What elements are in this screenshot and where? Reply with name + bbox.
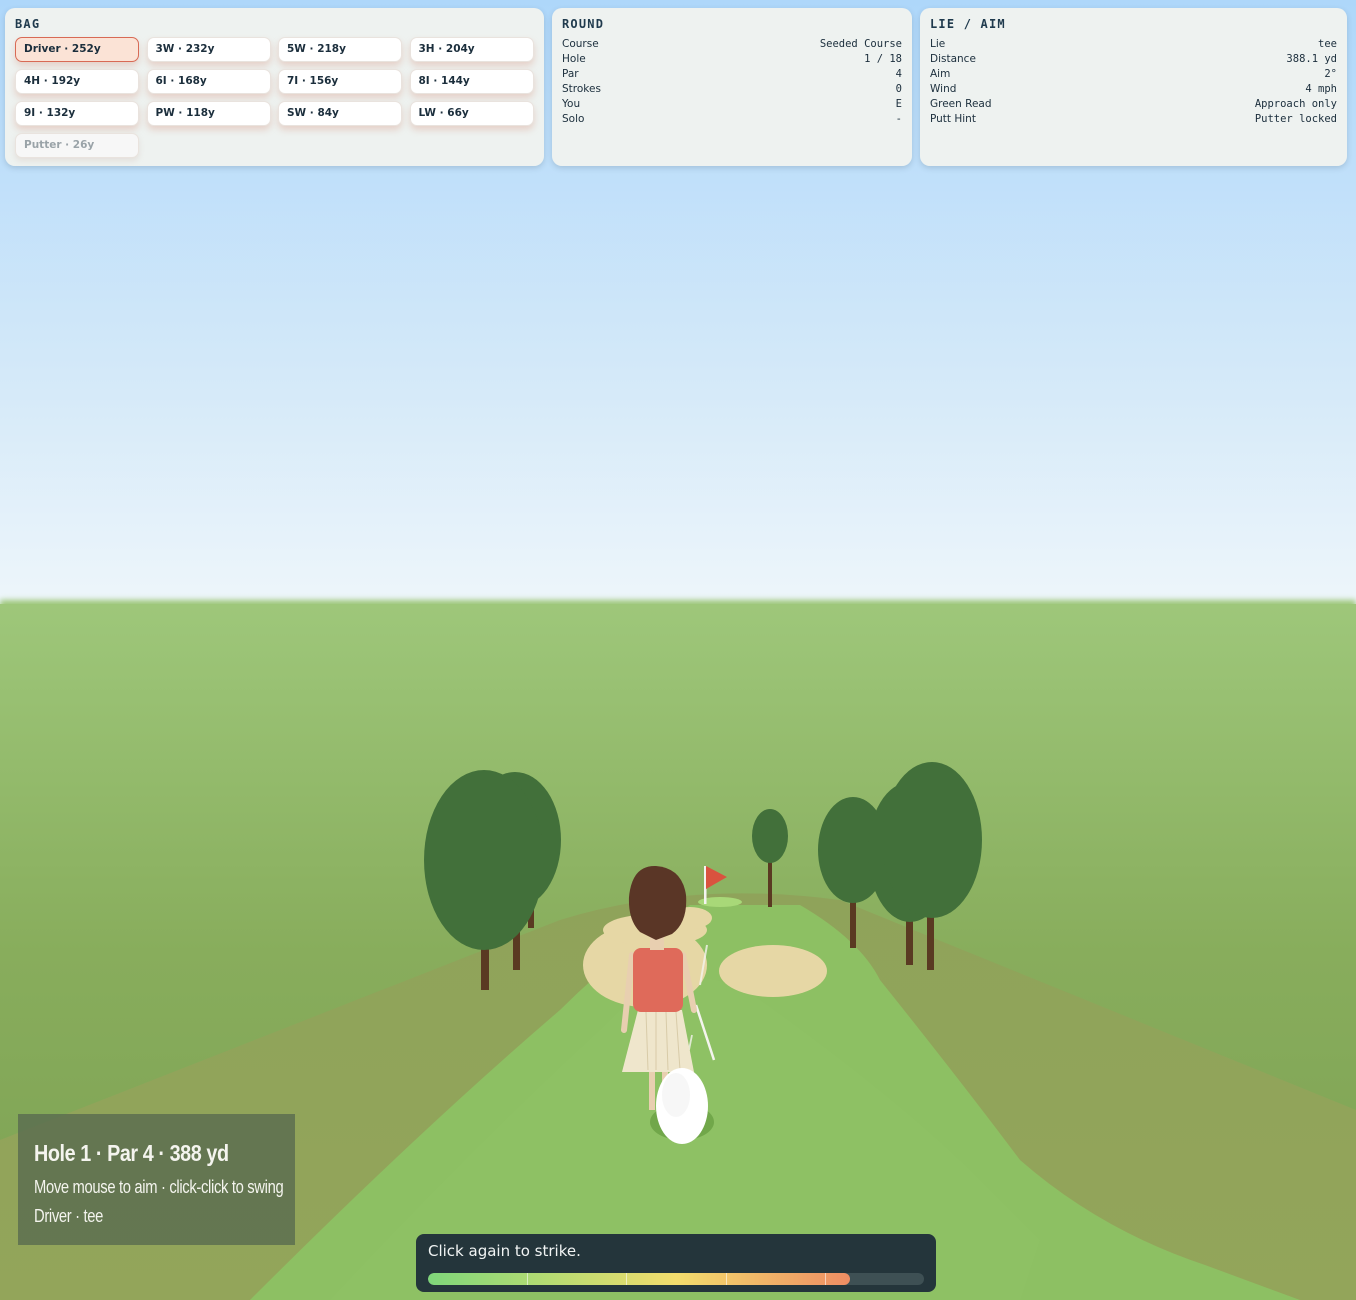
aim-label: Aim <box>930 68 951 80</box>
course-label: Course <box>562 38 599 50</box>
club-button-sw[interactable]: SW · 84y <box>278 101 402 126</box>
lie-row-green-read: Green Read Approach only <box>930 97 1337 112</box>
lie-aim-stats: Lie tee Distance 388.1 yd Aim 2° Wind 4 mph Gree… <box>930 37 1337 127</box>
club-lie-status: Driver · tee <box>34 1206 104 1226</box>
green-read-value: Approach only <box>1254 98 1337 110</box>
distance-value: 388.1 yd <box>1286 53 1337 65</box>
distance-label: Distance <box>930 53 976 65</box>
round-row-par: Par 4 <box>562 67 902 82</box>
lie-row-lie: Lie tee <box>930 37 1337 52</box>
swing-panel: Click again to strike. <box>416 1234 936 1292</box>
round-row-strokes: Strokes 0 <box>562 82 902 97</box>
putt-hint-label: Putt Hint <box>930 113 976 125</box>
round-stats: Course Seeded Course Hole 1 / 18 Par 4 Strokes… <box>562 37 902 127</box>
bunker <box>719 945 827 997</box>
par-value: 4 <box>895 68 902 80</box>
lie-label: Lie <box>930 38 946 50</box>
club-button-5w[interactable]: 5W · 218y <box>278 37 402 62</box>
power-meter-tick <box>626 1273 627 1285</box>
power-meter-tick <box>726 1273 727 1285</box>
power-meter-tick <box>527 1273 528 1285</box>
green-read-label: Green Read <box>930 98 992 110</box>
lie-value: tee <box>1318 38 1337 50</box>
lie-row-distance: Distance 388.1 yd <box>930 52 1337 67</box>
course-value: Seeded Course <box>819 38 902 50</box>
you-label: You <box>562 98 581 110</box>
club-button-9i[interactable]: 9I · 132y <box>15 101 139 126</box>
club-button-4h[interactable]: 4H · 192y <box>15 69 139 94</box>
controls-hint: Move mouse to aim · click-click to swing <box>34 1177 284 1197</box>
club-button-3w[interactable]: 3W · 232y <box>146 37 271 62</box>
round-row-course: Course Seeded Course <box>562 37 902 52</box>
swing-message: Click again to strike. <box>428 1242 581 1260</box>
course-scene[interactable] <box>0 0 1356 1300</box>
round-row-you: You E <box>562 97 902 112</box>
aim-value: 2° <box>1324 68 1337 80</box>
club-button-6i[interactable]: 6I · 168y <box>146 69 271 94</box>
bag-title: BAG <box>15 17 41 31</box>
solo-value: - <box>895 113 902 125</box>
wind-label: Wind <box>930 83 957 95</box>
hole-value: 1 / 18 <box>864 53 902 65</box>
you-value: E <box>895 98 902 110</box>
club-button-3h[interactable]: 3H · 204y <box>409 37 534 62</box>
club-button-driver[interactable]: Driver · 252y <box>15 37 139 62</box>
par-label: Par <box>562 68 579 80</box>
hole-summary: Hole 1 · Par 4 · 388 yd <box>34 1140 229 1166</box>
solo-label: Solo <box>562 113 585 125</box>
club-button-8i[interactable]: 8I · 144y <box>409 69 534 94</box>
power-meter-tick <box>825 1273 826 1285</box>
bag-panel: BAG Driver · 252y 3W · 232y 5W · 218y 3H · … <box>5 8 544 166</box>
strokes-label: Strokes <box>562 83 601 95</box>
wind-value: 4 mph <box>1305 83 1337 95</box>
lie-row-wind: Wind 4 mph <box>930 82 1337 97</box>
strokes-value: 0 <box>895 83 902 95</box>
lie-aim-title: LIE / AIM <box>930 17 1006 31</box>
club-button-putter[interactable]: Putter · 26y <box>15 133 139 158</box>
round-row-solo: Solo - <box>562 112 902 127</box>
club-button-7i[interactable]: 7I · 156y <box>278 69 402 94</box>
club-grid: Driver · 252y 3W · 232y 5W · 218y 3H · 204y… <box>15 37 534 158</box>
hole-info-overlay: Hole 1 · Par 4 · 388 yd Move mouse to ai… <box>18 1114 295 1245</box>
club-button-pw[interactable]: PW · 118y <box>146 101 271 126</box>
power-meter <box>428 1273 924 1285</box>
round-panel: ROUND Course Seeded Course Hole 1 / 18 Par 4 S… <box>552 8 912 166</box>
putt-hint-value: Putter locked <box>1254 113 1337 125</box>
lie-aim-panel: LIE / AIM Lie tee Distance 388.1 yd Aim 2° Win… <box>920 8 1347 166</box>
round-title: ROUND <box>562 17 605 31</box>
power-meter-fill <box>428 1273 850 1285</box>
club-button-lw[interactable]: LW · 66y <box>409 101 534 126</box>
lie-row-putt-hint: Putt Hint Putter locked <box>930 112 1337 127</box>
round-row-hole: Hole 1 / 18 <box>562 52 902 67</box>
hole-label: Hole <box>562 53 586 65</box>
lie-row-aim: Aim 2° <box>930 67 1337 82</box>
